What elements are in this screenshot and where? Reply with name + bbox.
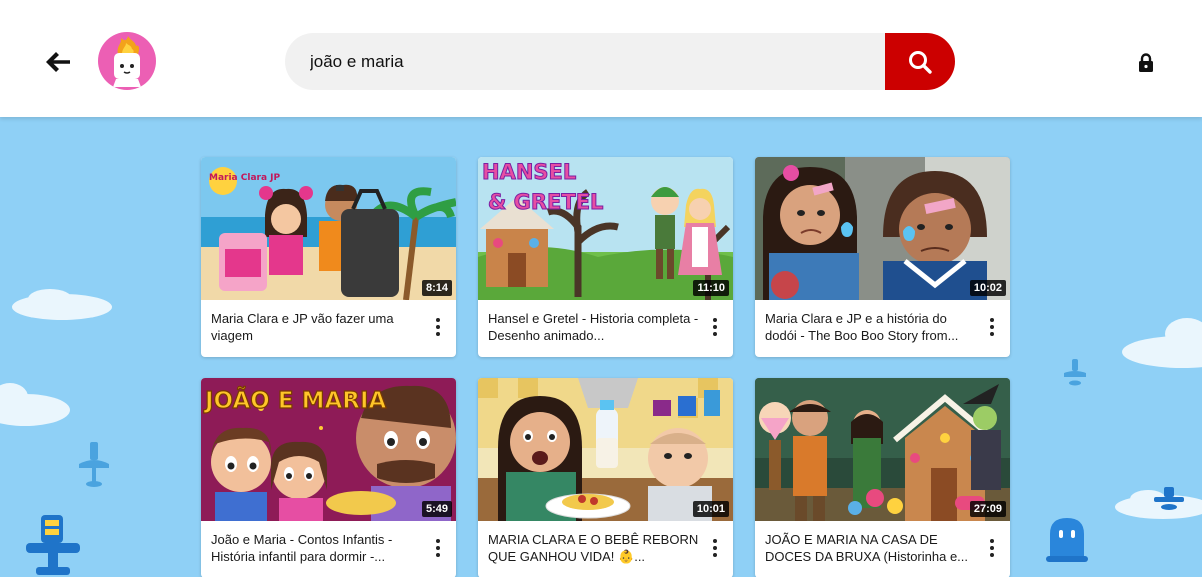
thumbnail-title-text: & GRETEL [488,190,603,214]
thumbnail-title-text: JOÃO E MARIA [203,386,387,414]
creature-decoration [1046,518,1088,562]
video-info: Maria Clara e JP vão fazer uma viagem [201,300,456,357]
profile-avatar[interactable] [98,32,156,90]
video-duration: 10:01 [692,501,729,517]
back-button[interactable] [40,44,76,80]
video-thumbnail[interactable]: 27:09 [755,378,1010,521]
results-area: Maria Clara JP 8:14 Maria Clara e JP vão… [0,117,1202,577]
more-options-button[interactable] [432,316,444,338]
video-card[interactable]: 10:01 MARIA CLARA E O BEBÊ REBORN QUE GA… [478,378,733,577]
search-icon [909,50,932,74]
video-info: Hansel e Gretel - Historia completa - De… [478,300,733,357]
video-title[interactable]: Maria Clara e JP e a história do dodói -… [765,310,976,344]
more-options-button[interactable] [432,537,444,559]
more-vert-icon [436,539,440,543]
robot-decoration [26,515,80,575]
video-info: Maria Clara e JP e a história do dodói -… [755,300,1010,357]
video-title[interactable]: JOÃO E MARIA NA CASA DE DOCES DA BRUXA (… [765,531,976,565]
arrow-left-icon [46,52,70,72]
more-vert-icon [713,539,717,543]
search-input[interactable] [285,33,885,90]
video-card[interactable]: JOÃO E MARIA 5:49 João e Maria - Contos … [201,378,456,577]
video-thumbnail[interactable]: JOÃO E MARIA 5:49 [201,378,456,521]
video-card[interactable]: Maria Clara JP 8:14 Maria Clara e JP vão… [201,157,456,357]
more-options-button[interactable] [986,537,998,559]
lamp-decoration [1064,359,1086,386]
lamp-decoration [79,442,109,487]
more-vert-icon [713,318,717,322]
lamp-decoration [1154,487,1184,510]
video-title[interactable]: Hansel e Gretel - Historia completa - De… [488,310,699,344]
search-bar [285,33,955,90]
video-thumbnail[interactable]: 10:01 [478,378,733,521]
parental-lock-button[interactable] [1133,50,1159,76]
thumbnail-title-text: HANSEL [482,160,576,184]
video-thumbnail[interactable]: 10:02 [755,157,1010,300]
more-options-button[interactable] [709,316,721,338]
lock-icon [1139,53,1153,72]
video-info: JOÃO E MARIA NA CASA DE DOCES DA BRUXA (… [755,521,1010,577]
video-info: MARIA CLARA E O BEBÊ REBORN QUE GANHOU V… [478,521,733,577]
video-duration: 10:02 [969,280,1006,296]
more-options-button[interactable] [709,537,721,559]
video-duration: 8:14 [421,280,452,296]
video-card[interactable]: HANSEL & GRETEL 11:10 Hansel e Gretel - … [478,157,733,357]
more-vert-icon [436,318,440,322]
video-title[interactable]: João e Maria - Contos Infantis - Históri… [211,531,422,565]
video-duration: 5:49 [421,501,452,517]
more-vert-icon [990,539,994,543]
flame-avatar-icon [113,36,141,87]
cloud-decoration [12,289,112,320]
video-card[interactable]: 10:02 Maria Clara e JP e a história do d… [755,157,1010,357]
video-thumbnail[interactable]: Maria Clara JP 8:14 [201,157,456,300]
cloud-decoration [0,383,70,426]
video-title[interactable]: Maria Clara e JP vão fazer uma viagem [211,310,422,344]
video-duration: 27:09 [969,501,1006,517]
thumbnail-logo-text: Maria Clara JP [209,173,281,183]
more-options-button[interactable] [986,316,998,338]
video-thumbnail[interactable]: HANSEL & GRETEL 11:10 [478,157,733,300]
top-bar [0,0,1202,117]
video-title[interactable]: MARIA CLARA E O BEBÊ REBORN QUE GANHOU V… [488,531,699,565]
video-duration: 11:10 [693,280,729,296]
search-button[interactable] [885,33,955,90]
video-card[interactable]: 27:09 JOÃO E MARIA NA CASA DE DOCES DA B… [755,378,1010,577]
cloud-decoration [1122,318,1202,368]
video-info: João e Maria - Contos Infantis - Históri… [201,521,456,577]
more-vert-icon [990,318,994,322]
